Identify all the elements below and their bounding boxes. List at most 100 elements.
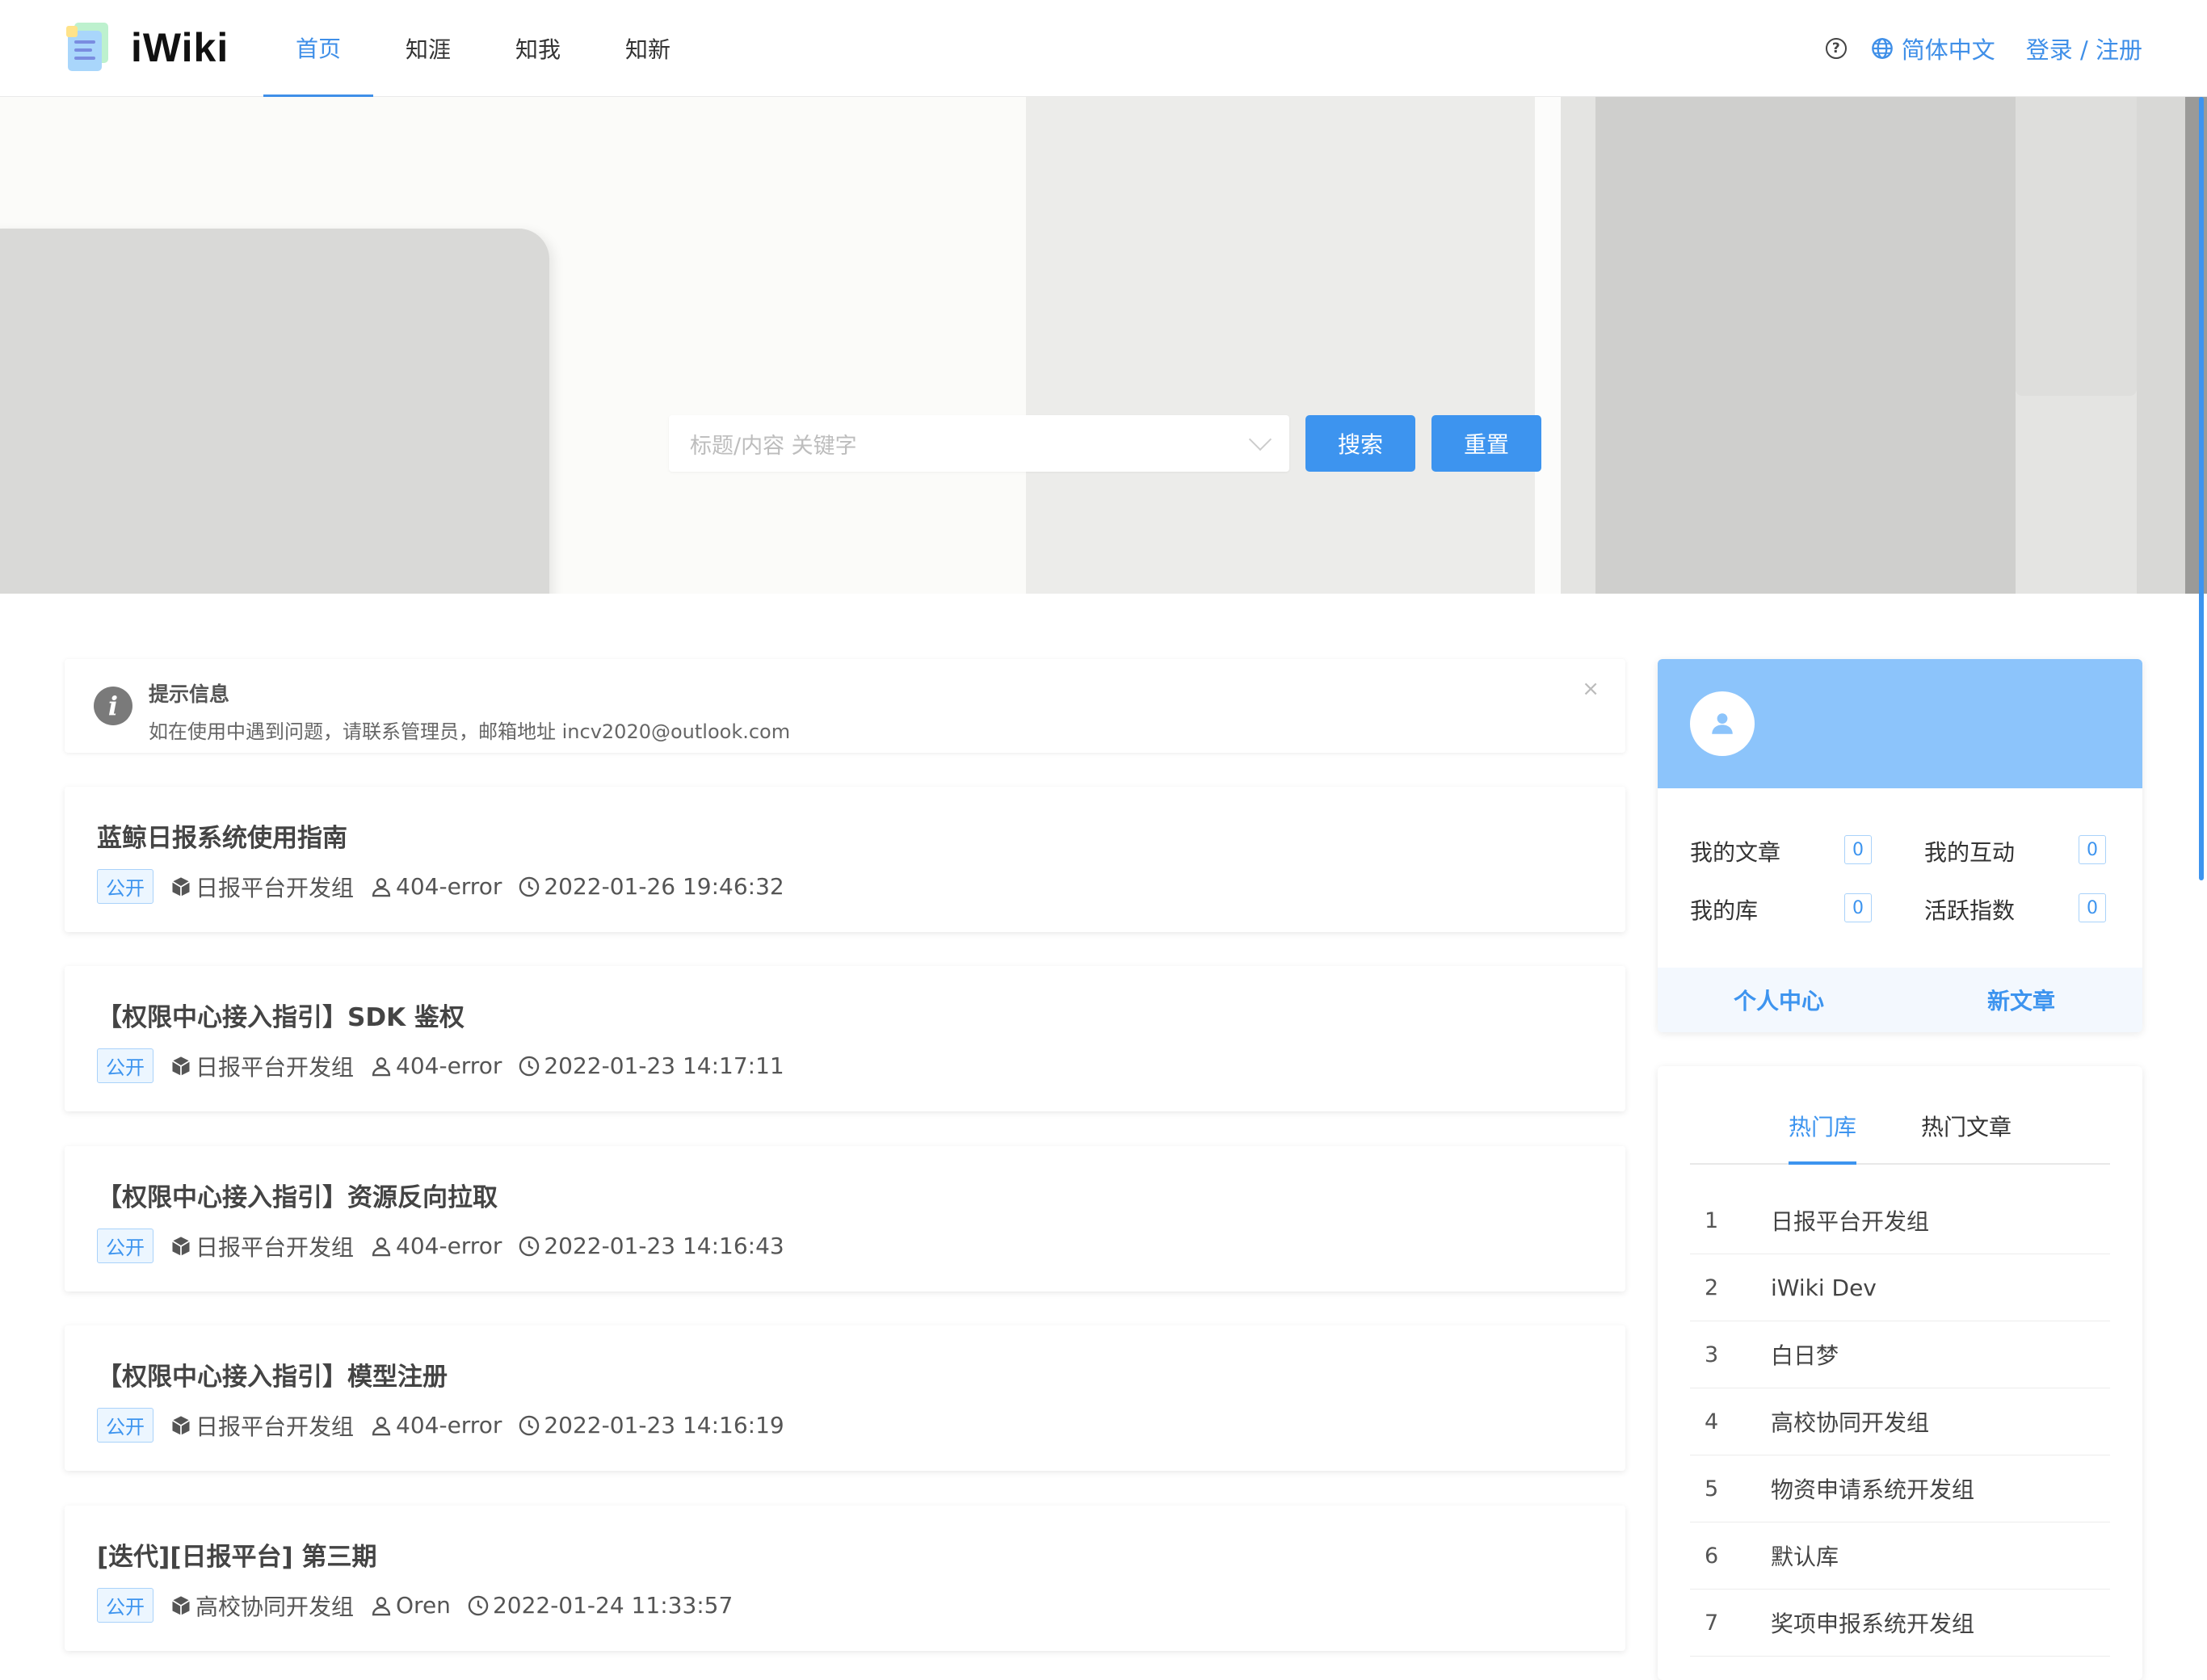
help-icon[interactable]: ? — [1825, 38, 1847, 59]
hot-item-index: 2 — [1705, 1275, 1719, 1300]
logo[interactable]: iWiki — [66, 21, 229, 74]
chevron-down-icon[interactable] — [1248, 427, 1272, 452]
user-icon — [1712, 713, 1733, 734]
hot-list-item[interactable]: 7 奖项申报系统开发组 — [1690, 1590, 2110, 1657]
nav-zhiya[interactable]: 知涯 — [373, 0, 483, 97]
article-time: 2022-01-23 14:16:19 — [518, 1412, 784, 1438]
language-switcher[interactable]: 简体中文 — [1871, 32, 1995, 65]
stat-value-articles: 0 — [1844, 835, 1872, 864]
stat-label-libraries: 我的库 — [1690, 897, 1759, 924]
header-actions: ? 简体中文 登录 / 注册 — [1825, 0, 2142, 97]
new-article-button[interactable]: 新文章 — [1900, 968, 2142, 1032]
article-timestamp: 2022-01-23 14:16:43 — [544, 1233, 784, 1259]
article-group[interactable]: 日报平台开发组 — [170, 871, 354, 903]
tab-hot-articles[interactable]: 热门文章 — [1921, 1110, 2012, 1161]
article-author-name: 404-error — [396, 1233, 502, 1259]
article-meta: 公开 高校协同开发组 Oren 2022-01-24 11:33:57 — [97, 1588, 749, 1623]
article-author-name: 404-error — [396, 1412, 502, 1438]
hot-item-name: 奖项申报系统开发组 — [1771, 1611, 1975, 1637]
article-card[interactable]: 【权限中心接入指引】模型注册 公开 日报平台开发组 404-error 2022-01-… — [65, 1325, 1625, 1471]
article-card[interactable]: 【权限中心接入指引】资源反向拉取 公开 日报平台开发组 404-error 2022-0… — [65, 1146, 1625, 1292]
nav-zhiwo[interactable]: 知我 — [483, 0, 593, 97]
hot-list-item[interactable]: 2 iWiki Dev — [1690, 1254, 2110, 1321]
hot-item-name: 物资申请系统开发组 — [1771, 1476, 1975, 1503]
article-author-name: Oren — [396, 1592, 451, 1619]
article-group[interactable]: 日报平台开发组 — [170, 1050, 354, 1082]
avatar[interactable] — [1690, 691, 1755, 756]
visibility-tag: 公开 — [97, 869, 153, 904]
article-card[interactable]: 【权限中心接入指引】SDK 鉴权 公开 日报平台开发组 404-error 2022-0… — [65, 966, 1625, 1111]
top-header: iWiki 首页 知涯 知我 知新 ? 简体中文 登录 / 注册 — [0, 0, 2207, 97]
profile-actions: 个人中心 新文章 — [1658, 968, 2142, 1032]
article-timestamp: 2022-01-24 11:33:57 — [492, 1592, 734, 1619]
cube-icon — [172, 1415, 190, 1435]
cube-icon — [172, 1595, 190, 1615]
article-author[interactable]: 404-error — [370, 1412, 502, 1438]
hot-list-item[interactable]: 6 默认库 — [1690, 1522, 2110, 1590]
article-group-name: 日报平台开发组 — [195, 874, 355, 901]
tab-hot-libraries[interactable]: 热门库 — [1789, 1110, 1857, 1165]
article-time: 2022-01-26 19:46:32 — [518, 873, 784, 900]
login-register-link[interactable]: 登录 / 注册 — [2026, 32, 2142, 65]
search-placeholder: 标题/内容 关键字 — [690, 433, 857, 459]
profile-card: 我的文章 0 我的互动 0 我的库 0 活跃指数 0 个人中心 新文章 — [1658, 659, 2142, 1032]
hot-item-index: 3 — [1705, 1342, 1719, 1367]
article-title[interactable]: [迭代][日报平台] 第三期 — [97, 1536, 376, 1573]
hot-list-item[interactable]: 1 日报平台开发组 — [1690, 1187, 2110, 1254]
article-timestamp: 2022-01-23 14:16:19 — [544, 1412, 784, 1438]
article-card[interactable]: [迭代][日报平台] 第三期 公开 高校协同开发组 Oren 2022-01-24 11… — [65, 1506, 1625, 1651]
article-author[interactable]: 404-error — [370, 1052, 502, 1079]
hot-item-name: 高校协同开发组 — [1771, 1409, 1930, 1436]
article-group[interactable]: 日报平台开发组 — [170, 1409, 354, 1442]
article-group[interactable]: 日报平台开发组 — [170, 1230, 354, 1262]
article-time: 2022-01-24 11:33:57 — [467, 1592, 733, 1619]
hot-list-item[interactable]: 3 白日梦 — [1690, 1321, 2110, 1388]
hot-item-name: 默认库 — [1771, 1544, 1839, 1570]
user-icon — [372, 1416, 391, 1435]
hot-panel: 热门库 热门文章 1 日报平台开发组 2 iWiki Dev 3 白日梦 4 高校协同开发组 5… — [1658, 1066, 2142, 1680]
visibility-tag: 公开 — [97, 1228, 153, 1263]
hot-item-index: 6 — [1705, 1543, 1719, 1569]
language-label: 简体中文 — [1901, 36, 1995, 64]
cube-icon — [172, 1056, 190, 1076]
hot-tabs: 热门库 热门文章 — [1690, 1110, 2110, 1165]
article-meta: 公开 日报平台开发组 404-error 2022-01-26 19:46:32 — [97, 869, 801, 904]
article-title[interactable]: 【权限中心接入指引】SDK 鉴权 — [97, 997, 465, 1033]
user-icon — [372, 1056, 391, 1076]
article-card[interactable]: 蓝鲸日报系统使用指南 公开 日报平台开发组 404-error 2022-01-26 1… — [65, 787, 1625, 932]
hot-item-index: 5 — [1705, 1476, 1719, 1502]
article-meta: 公开 日报平台开发组 404-error 2022-01-23 14:17:11 — [97, 1048, 801, 1083]
close-icon[interactable]: × — [1582, 677, 1600, 701]
search-button[interactable]: 搜索 — [1305, 415, 1415, 472]
article-author[interactable]: 404-error — [370, 873, 502, 900]
article-author[interactable]: Oren — [370, 1592, 451, 1619]
stat-label-articles: 我的文章 — [1690, 839, 1781, 866]
hot-list-item[interactable]: 4 高校协同开发组 — [1690, 1388, 2110, 1455]
hot-item-name: 日报平台开发组 — [1771, 1208, 1930, 1235]
article-author-name: 404-error — [396, 873, 502, 900]
article-title[interactable]: 【权限中心接入指引】模型注册 — [97, 1356, 448, 1392]
article-meta: 公开 日报平台开发组 404-error 2022-01-23 14:16:43 — [97, 1228, 801, 1263]
article-title[interactable]: 蓝鲸日报系统使用指南 — [97, 817, 347, 854]
personal-center-button[interactable]: 个人中心 — [1658, 968, 1900, 1032]
user-icon — [372, 1237, 391, 1256]
nav-zhixin[interactable]: 知新 — [593, 0, 703, 97]
profile-header — [1658, 659, 2142, 788]
article-meta: 公开 日报平台开发组 404-error 2022-01-23 14:16:19 — [97, 1408, 801, 1443]
article-group-name: 日报平台开发组 — [195, 1413, 355, 1440]
hot-list-item[interactable]: 5 物资申请系统开发组 — [1690, 1455, 2110, 1522]
nav-home[interactable]: 首页 — [263, 0, 373, 97]
hot-item-name: iWiki Dev — [1771, 1274, 1877, 1301]
stat-value-activity: 0 — [2079, 893, 2106, 922]
article-title[interactable]: 【权限中心接入指引】资源反向拉取 — [97, 1177, 498, 1213]
article-group[interactable]: 高校协同开发组 — [170, 1590, 354, 1622]
hot-item-name: 白日梦 — [1771, 1342, 1839, 1369]
clock-icon — [519, 1056, 540, 1076]
article-timestamp: 2022-01-26 19:46:32 — [544, 873, 784, 900]
search-input[interactable]: 标题/内容 关键字 — [669, 415, 1289, 472]
article-author[interactable]: 404-error — [370, 1233, 502, 1259]
scrollbar[interactable] — [2199, 97, 2204, 880]
search-bar: 标题/内容 关键字 搜索 重置 — [669, 415, 1541, 472]
reset-button[interactable]: 重置 — [1431, 415, 1541, 472]
stat-value-libraries: 0 — [1844, 893, 1872, 922]
